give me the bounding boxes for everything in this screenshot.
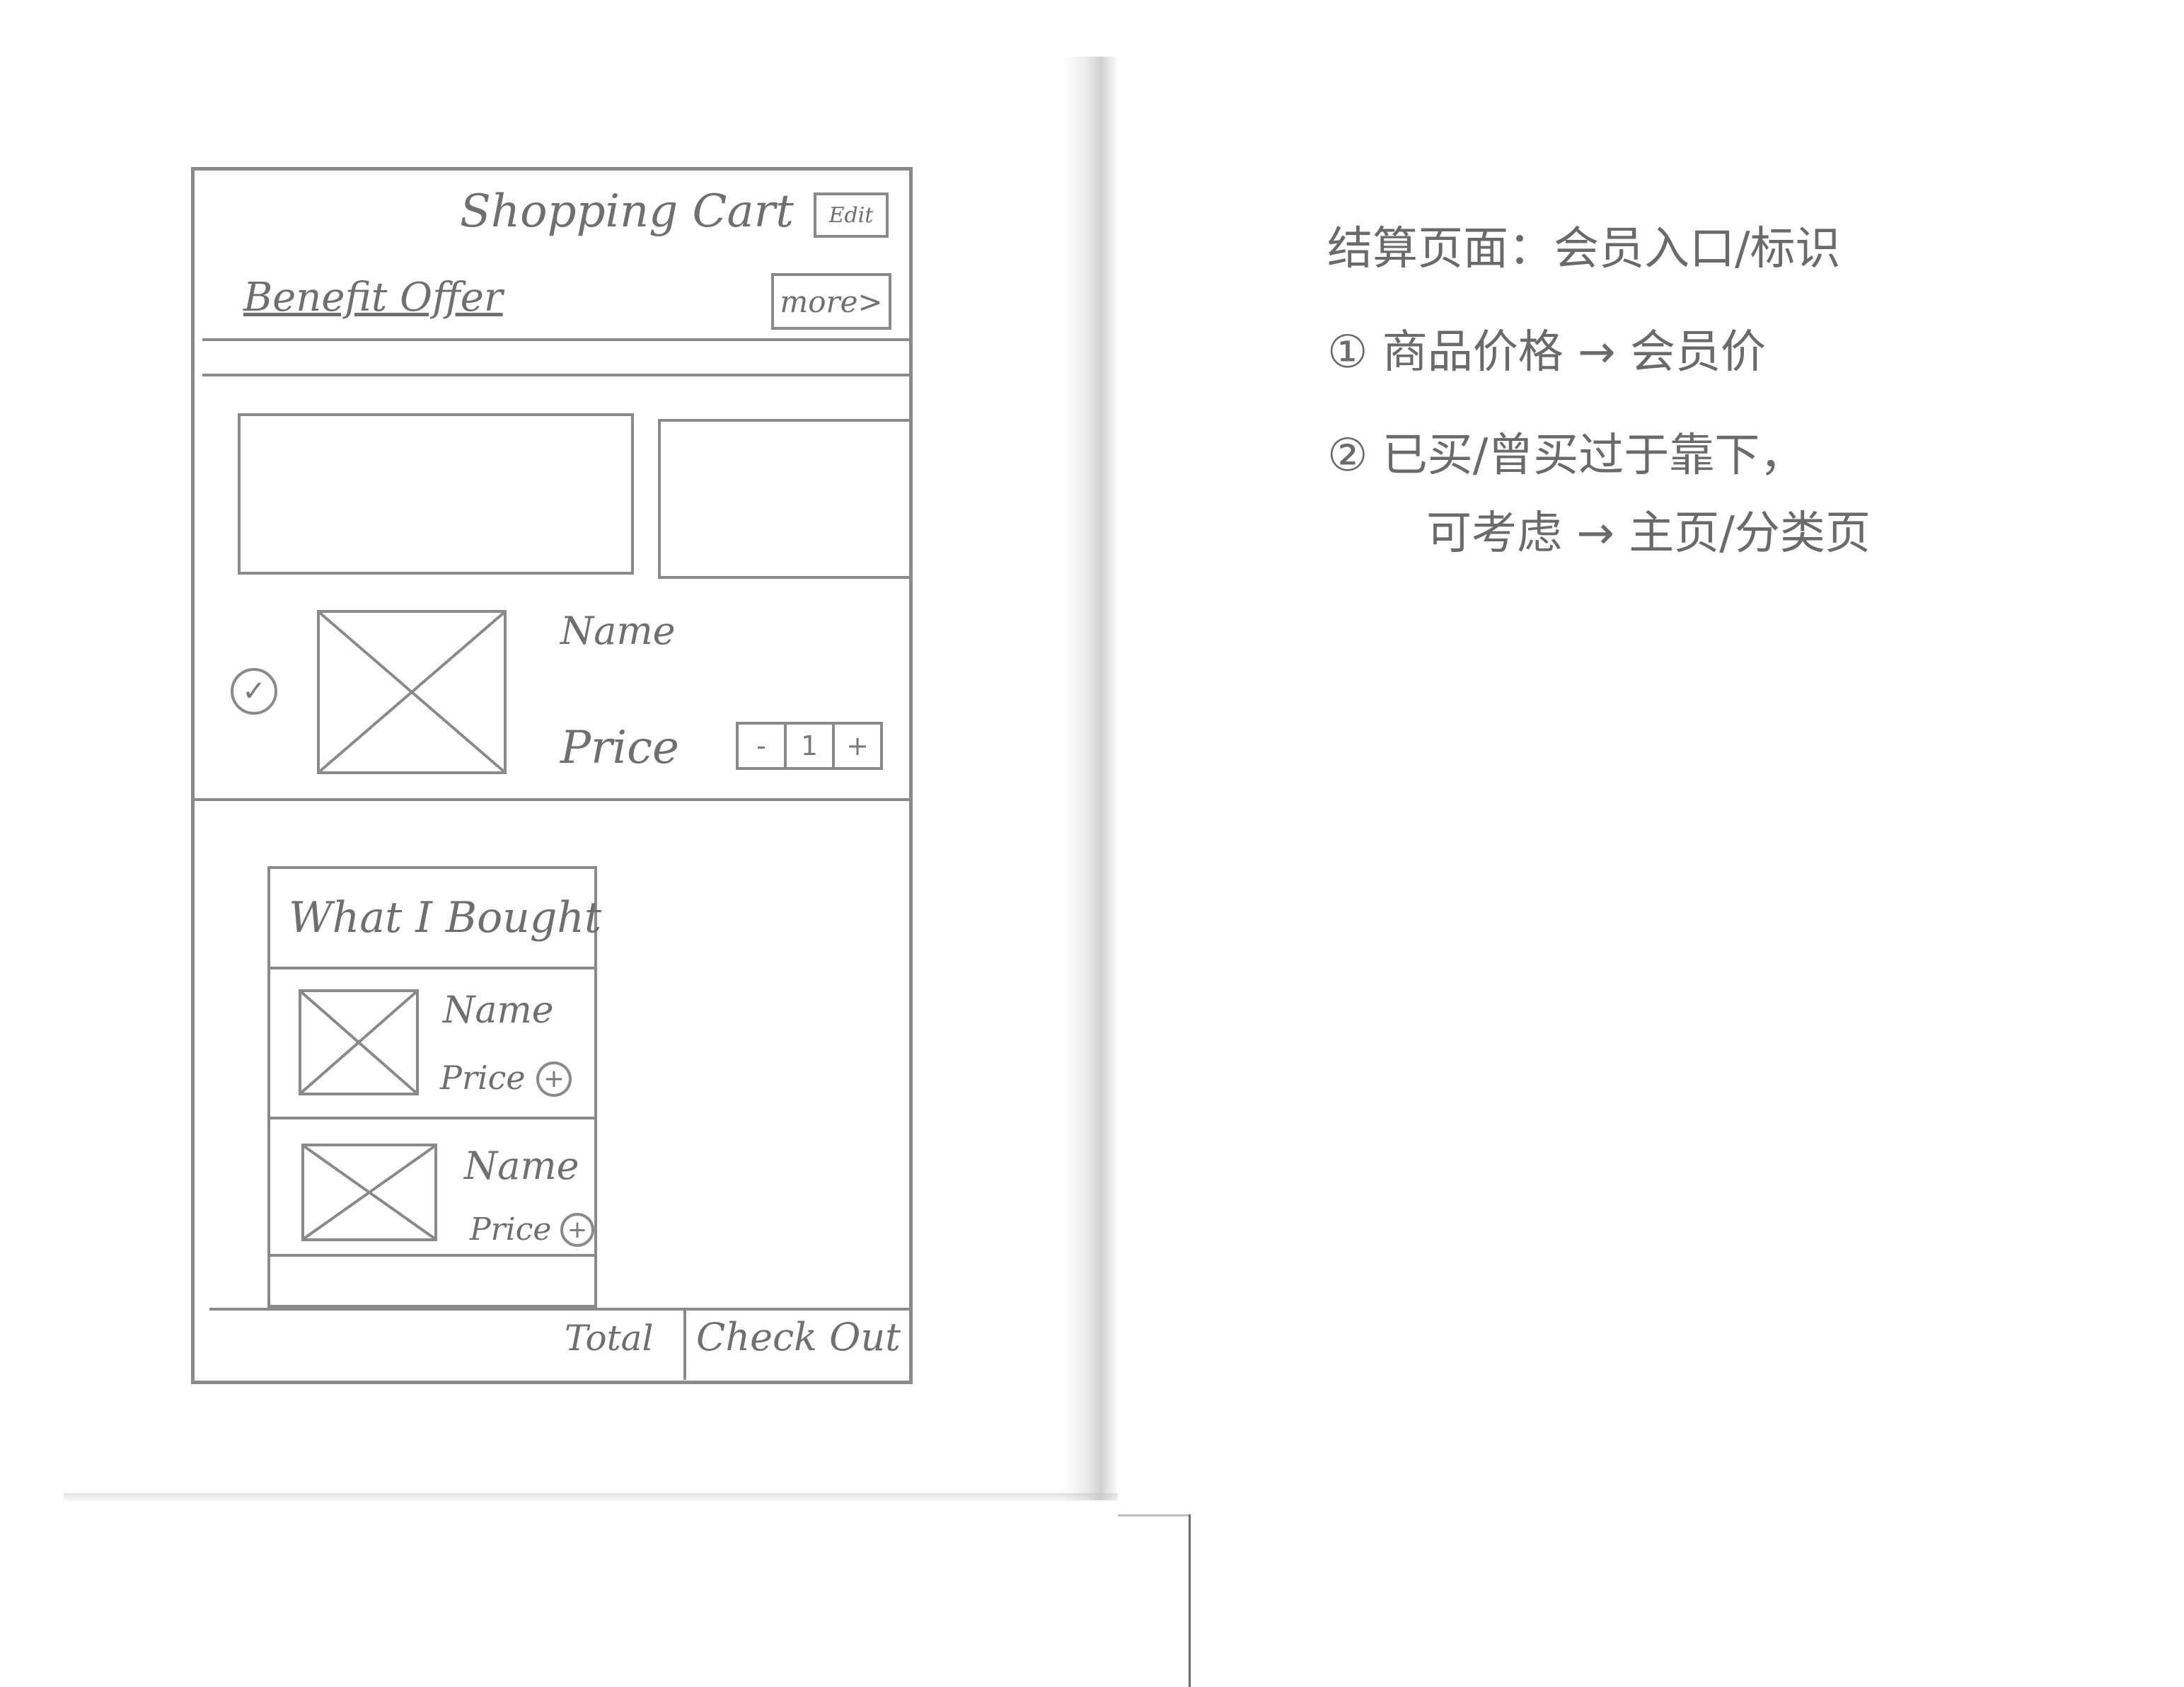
bought-item-image: [301, 1144, 437, 1241]
bought-item-name: Name: [464, 1144, 579, 1188]
bought-panel-title: What I Bought: [289, 893, 602, 943]
cart-item-name: Name: [560, 609, 676, 653]
plus-icon: +: [567, 1216, 588, 1244]
paper-corner-edge: [1118, 1514, 1190, 1516]
total-label: Total: [565, 1318, 654, 1359]
quantity-value: 1: [784, 725, 832, 767]
notes-heading: 结算页面：会员入口/标识: [1327, 223, 1841, 275]
notes-item-2-line-1: ② 已买/曾买过于靠下，: [1327, 430, 1805, 482]
notes-item-1: ① 商品价格 → 会员价: [1327, 326, 1767, 379]
benefit-offer-label: Benefit Offer: [243, 275, 503, 321]
bought-title-divider: [267, 967, 597, 969]
paper-bottom-edge: [64, 1493, 1118, 1503]
edit-button-label: Edit: [828, 202, 874, 228]
bought-item-price: Price: [440, 1059, 526, 1097]
cart-item-image: [317, 610, 507, 774]
promo-banner-1[interactable]: [238, 413, 634, 575]
bought-item-price: Price: [470, 1211, 552, 1248]
footer-divider: [209, 1308, 910, 1311]
edit-button[interactable]: Edit: [814, 192, 889, 238]
add-to-cart-button[interactable]: +: [560, 1213, 594, 1247]
select-item-checkbox[interactable]: ✓: [231, 668, 277, 715]
quantity-stepper[interactable]: - 1 +: [736, 722, 883, 770]
bought-item-divider: [267, 1117, 597, 1119]
bought-item-name: Name: [443, 989, 554, 1032]
plus-icon: +: [543, 1064, 565, 1093]
sketch-sheet: Shopping Cart Edit Benefit Offer more> ✓…: [0, 0, 2184, 1687]
increment-button[interactable]: +: [832, 725, 880, 767]
checkout-button[interactable]: Check Out: [696, 1315, 901, 1359]
paper-corner-edge-vertical: [1189, 1514, 1191, 1687]
header-divider: [202, 338, 910, 341]
bought-item-divider: [267, 1254, 597, 1257]
notes-item-2-line-2: 可考虑 → 主页/分类页: [1426, 507, 1871, 560]
page-title: Shopping Cart: [460, 185, 794, 238]
footer-separator: [683, 1309, 686, 1380]
decrement-button[interactable]: -: [739, 725, 784, 767]
promo-banner-2[interactable]: [658, 419, 913, 579]
cart-item-price: Price: [560, 722, 679, 774]
more-button-label: more>: [780, 284, 883, 319]
check-icon: ✓: [242, 675, 266, 708]
bought-item-image: [299, 989, 419, 1095]
more-button[interactable]: more>: [771, 273, 891, 330]
add-to-cart-button[interactable]: +: [536, 1061, 572, 1097]
paper-fold-shadow: [1061, 57, 1118, 1500]
banner-divider: [202, 374, 910, 376]
cart-section-divider: [191, 798, 913, 801]
